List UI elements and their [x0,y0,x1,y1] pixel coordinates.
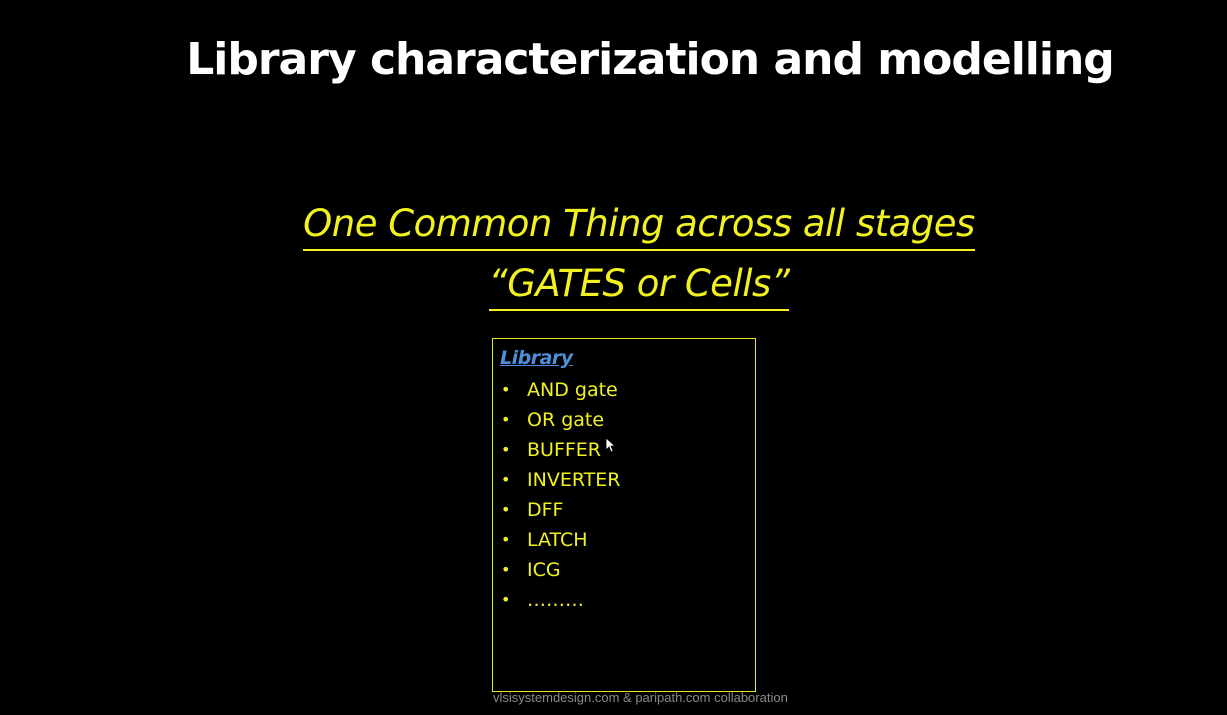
list-item-label: OR gate [527,409,605,431]
footer-credit: vlsisystemdesign.com & paripath.com coll… [493,690,788,705]
bullet-icon: • [501,500,511,519]
list-item-label: ICG [527,559,561,581]
library-box: Library • AND gate • OR gate • BUFFER • … [492,338,756,692]
bullet-icon: • [501,410,511,429]
list-item-label: BUFFER [527,439,602,461]
subtitle-line-2: “GATES or Cells” [488,261,790,311]
list-item-label: AND gate [527,379,618,401]
library-heading: Library [500,347,573,369]
bullet-icon: • [501,530,511,549]
bullet-icon: • [501,560,511,579]
subtitle-line-1: One Common Thing across all stages [303,201,975,251]
bullet-icon: • [501,440,511,459]
list-item-label: LATCH [527,529,588,551]
slide-title: Library characterization and modelling [186,34,1115,85]
bullet-icon: • [501,380,511,399]
list-item-label: DFF [527,499,564,521]
bullet-icon: • [501,590,511,609]
list-item-label: INVERTER [527,469,621,491]
list-item-label: ……… [527,589,584,611]
subtitle-line-2-row: “GATES or Cells” [0,254,1227,314]
subtitle-line-1-row: One Common Thing across all stages [0,194,1227,254]
bullet-icon: • [501,470,511,489]
mouse-pointer-icon [605,437,615,453]
subtitle-block: One Common Thing across all stages “GATE… [0,194,1227,314]
